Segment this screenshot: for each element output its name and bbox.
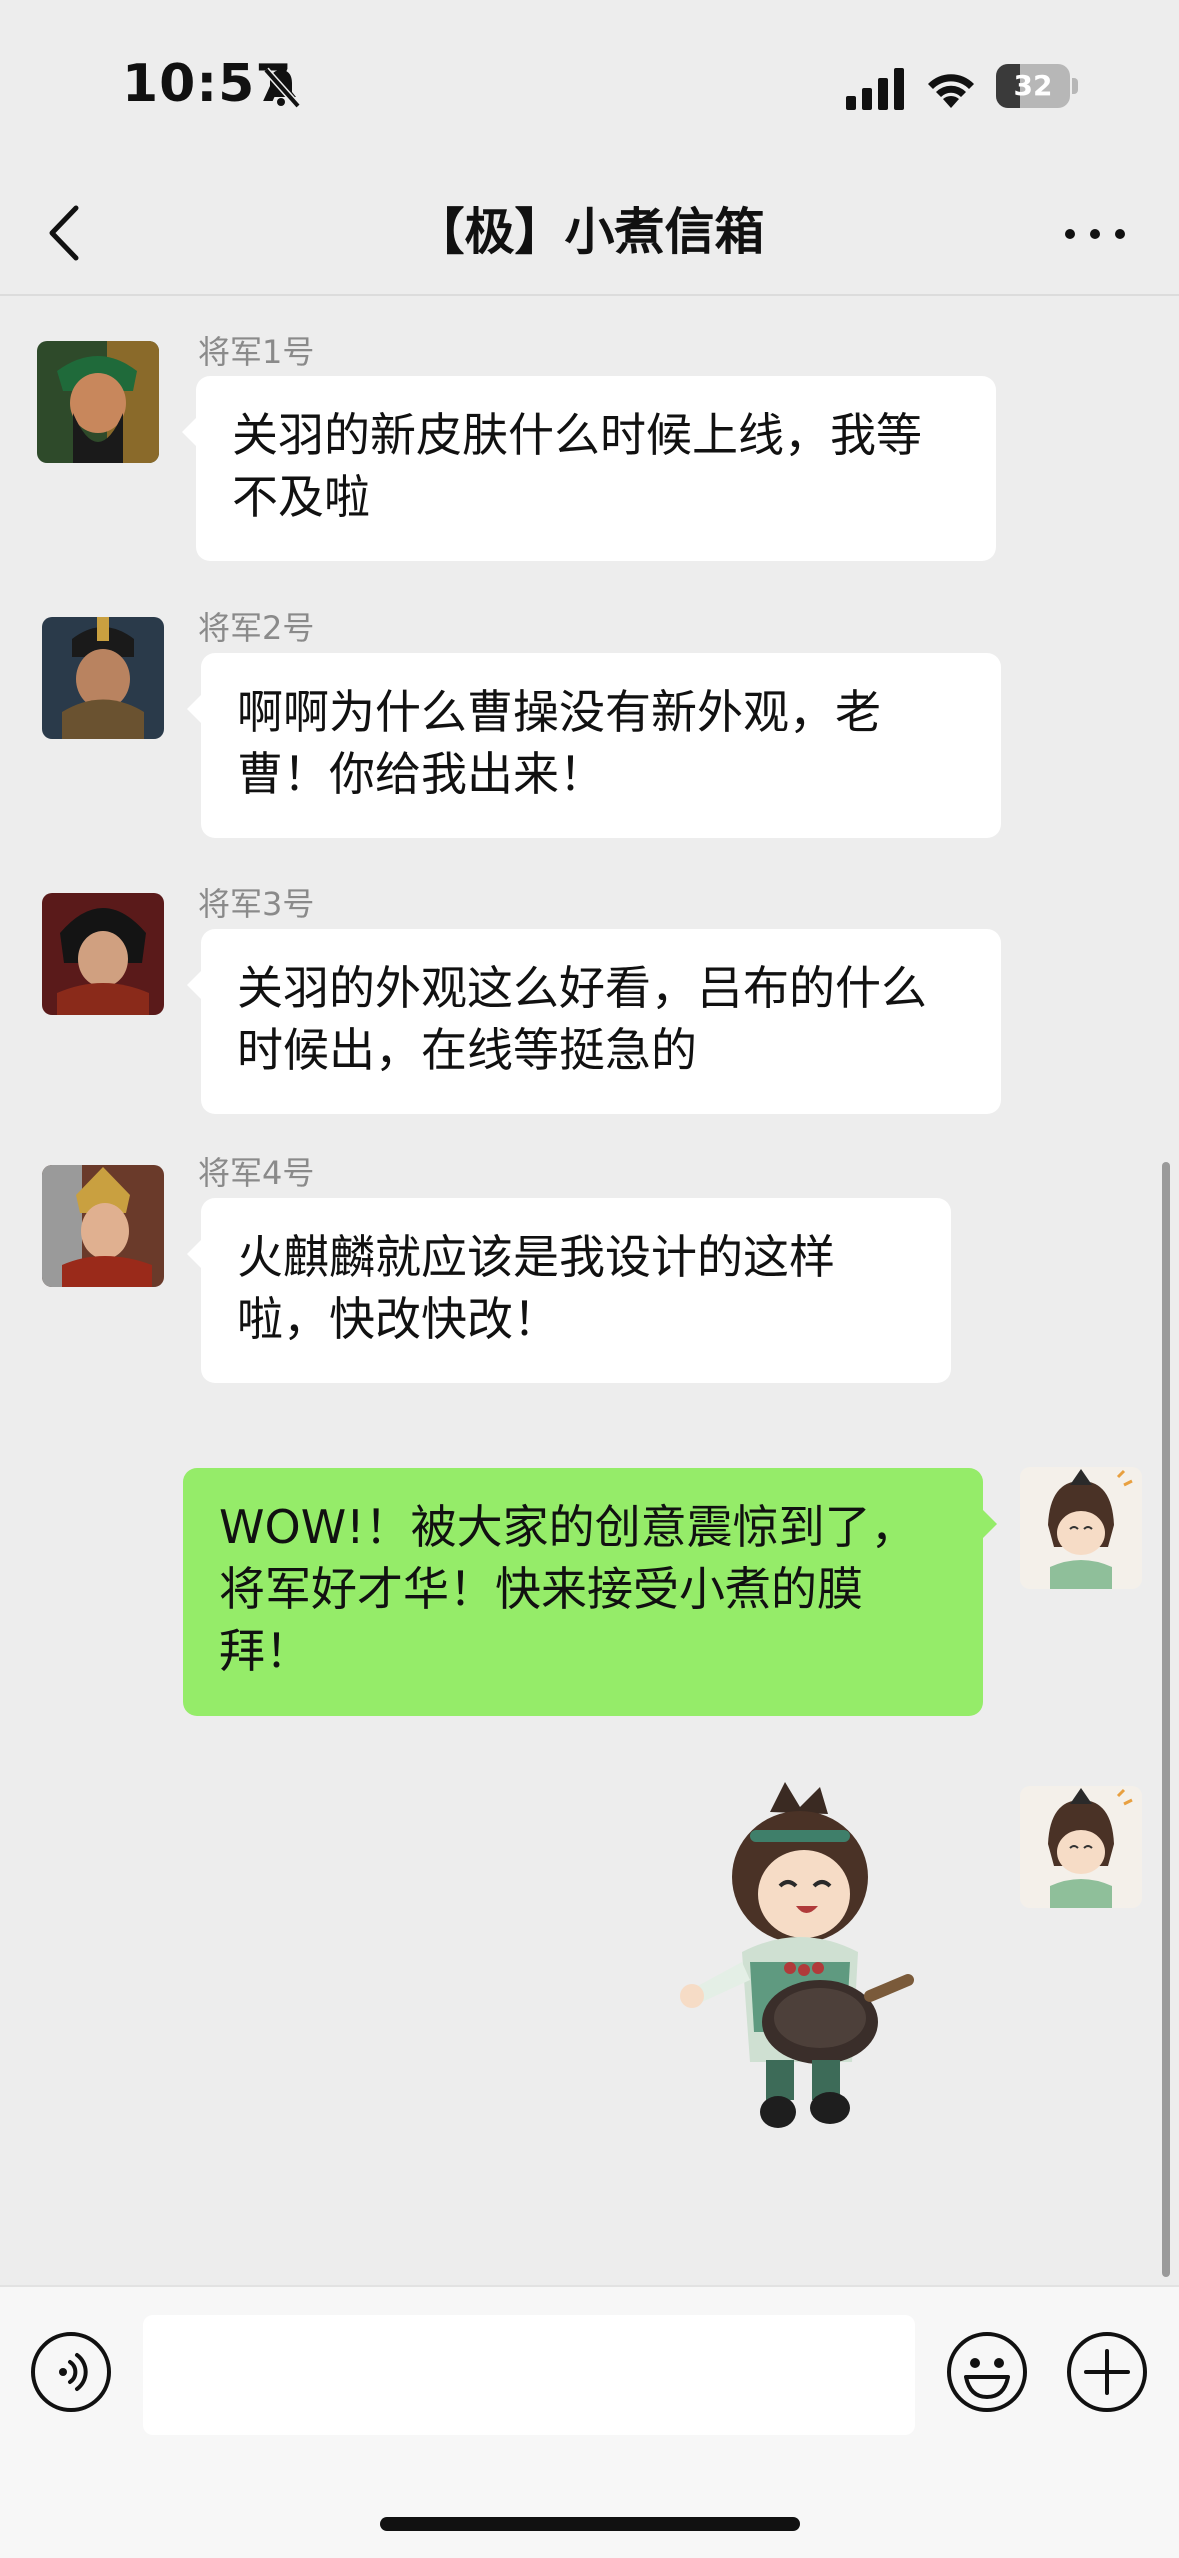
message-bubble[interactable]: 关羽的外观这么好看，吕布的什么时候出，在线等挺急的 [187, 929, 1001, 1114]
scrollbar[interactable] [1162, 1162, 1170, 2277]
home-indicator[interactable] [380, 2517, 800, 2531]
voice-icon[interactable] [30, 2331, 112, 2413]
sender-name: 将军2号 [198, 609, 315, 647]
avatar-general-4[interactable] [42, 1165, 164, 1287]
sender-name: 将军3号 [198, 885, 315, 923]
input-bar [0, 2285, 1179, 2558]
status-bar: 10:57 32 [0, 0, 1179, 170]
message-bubble[interactable]: 火麒麟就应该是我设计的这样啦，快改快改！ [187, 1198, 951, 1383]
cellular-signal-icon [846, 68, 904, 110]
message-text: WOW!！被大家的创意震惊到了，将军好才华！快来接受小煮的膜拜！ [219, 1500, 917, 1678]
message-text: 火麒麟就应该是我设计的这样啦，快改快改！ [237, 1230, 835, 1346]
message-input[interactable] [143, 2315, 915, 2435]
avatar-general-3[interactable] [42, 893, 164, 1015]
battery-indicator: 32 [996, 64, 1078, 108]
sender-name: 将军1号 [198, 333, 315, 371]
my-avatar[interactable] [1020, 1467, 1142, 1589]
bell-muted-icon [263, 67, 301, 109]
wifi-icon [928, 74, 974, 108]
chat-header: 【极】小煮信箱 [0, 170, 1179, 296]
battery-percent: 32 [1013, 69, 1053, 102]
message-text: 关羽的外观这么好看，吕布的什么时候出，在线等挺急的 [237, 961, 927, 1077]
avatar-general-1[interactable] [37, 341, 159, 463]
message-bubble[interactable]: 关羽的新皮肤什么时候上线，我等不及啦 [182, 376, 996, 561]
emoji-icon[interactable] [946, 2331, 1028, 2413]
more-dots-icon[interactable] [1060, 214, 1130, 254]
message-text: 关羽的新皮肤什么时候上线，我等不及啦 [232, 408, 922, 524]
my-message-bubble[interactable]: WOW!！被大家的创意震惊到了，将军好才华！快来接受小煮的膜拜！ [183, 1468, 997, 1716]
avatar-general-2[interactable] [42, 617, 164, 739]
message-bubble[interactable]: 啊啊为什么曹操没有新外观，老曹！你给我出来！ [187, 653, 1001, 838]
chibi-character-sticker[interactable] [680, 1782, 920, 2147]
my-avatar[interactable] [1020, 1786, 1142, 1908]
chat-title: 【极】小煮信箱 [414, 203, 765, 261]
plus-icon[interactable] [1066, 2331, 1148, 2413]
message-text: 啊啊为什么曹操没有新外观，老曹！你给我出来！ [237, 685, 881, 801]
sender-name: 将军4号 [198, 1154, 315, 1192]
